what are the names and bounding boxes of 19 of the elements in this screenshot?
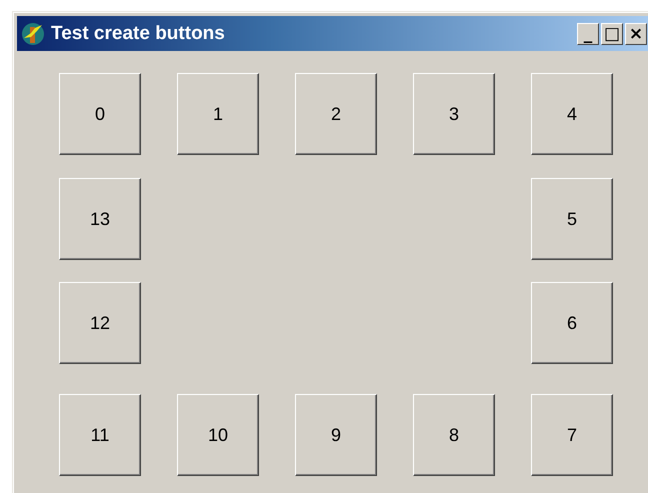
number-button[interactable]: 11: [59, 394, 141, 476]
maximize-button[interactable]: □: [601, 22, 623, 44]
number-button[interactable]: 13: [59, 178, 141, 260]
number-button[interactable]: 5: [531, 178, 613, 260]
number-button[interactable]: 7: [531, 394, 613, 476]
number-button[interactable]: 9: [295, 394, 377, 476]
number-button[interactable]: 6: [531, 282, 613, 364]
number-button[interactable]: 8: [413, 394, 495, 476]
window-title: Test create buttons: [51, 22, 226, 44]
number-button[interactable]: 0: [59, 73, 141, 155]
number-button[interactable]: 1: [177, 73, 259, 155]
minimize-button[interactable]: _: [577, 22, 599, 44]
close-button[interactable]: ×: [625, 22, 647, 44]
number-button[interactable]: 10: [177, 394, 259, 476]
number-button[interactable]: 4: [531, 73, 613, 155]
number-button[interactable]: 2: [295, 73, 377, 155]
number-button[interactable]: 12: [59, 282, 141, 364]
number-button[interactable]: 3: [413, 73, 495, 155]
app-icon: [21, 22, 45, 46]
